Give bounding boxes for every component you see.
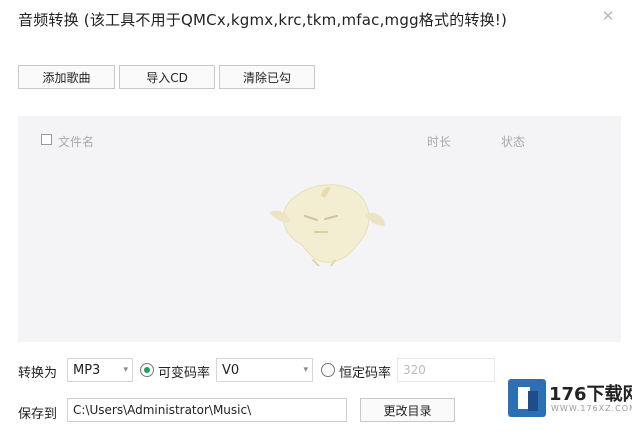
song-list[interactable]: 文件名 时长 状态 xyxy=(18,116,621,342)
chevron-down-icon: ▾ xyxy=(303,365,308,375)
save-path-field[interactable]: C:\Users\Administrator\Music\ xyxy=(67,398,347,422)
vbr-label: 可变码率 xyxy=(158,366,211,381)
vbr-radio[interactable] xyxy=(140,363,154,377)
watermark-url: WWW.176XZ.COM xyxy=(551,404,632,413)
add-song-button[interactable]: 添加歌曲 xyxy=(18,65,115,89)
format-select-value: MP3 xyxy=(73,362,101,378)
select-all-checkbox[interactable] xyxy=(41,134,52,145)
bird-mascot-icon xyxy=(269,184,385,266)
convert-to-label: 转换为 xyxy=(18,366,58,381)
vbr-select[interactable]: V0 ▾ xyxy=(216,358,313,382)
window-title: 音频转换 (该工具不用于QMCx,kgmx,krc,tkm,mfac,mgg格式… xyxy=(18,11,508,29)
column-status: 状态 xyxy=(501,135,526,149)
close-icon[interactable]: ✕ xyxy=(600,8,616,24)
save-path-value: C:\Users\Administrator\Music\ xyxy=(73,403,252,417)
watermark: 176下载网 WWW.176XZ.COM xyxy=(505,376,632,420)
column-filename: 文件名 xyxy=(58,135,95,149)
clear-checked-button[interactable]: 清除已勾 xyxy=(219,65,315,89)
cbr-select[interactable]: 320 xyxy=(397,358,495,382)
cbr-select-value: 320 xyxy=(403,363,426,377)
cbr-label: 恒定码率 xyxy=(339,366,392,381)
format-select[interactable]: MP3 ▾ xyxy=(67,358,133,382)
cbr-radio[interactable] xyxy=(321,363,335,377)
column-duration: 时长 xyxy=(427,135,452,149)
vbr-select-value: V0 xyxy=(222,362,240,378)
import-cd-button[interactable]: 导入CD xyxy=(119,65,215,89)
change-directory-button[interactable]: 更改目录 xyxy=(360,398,455,422)
watermark-brand: 176下载网 xyxy=(549,384,632,405)
save-to-label: 保存到 xyxy=(18,407,58,422)
chevron-down-icon: ▾ xyxy=(123,365,128,375)
watermark-logo-icon xyxy=(508,379,546,417)
